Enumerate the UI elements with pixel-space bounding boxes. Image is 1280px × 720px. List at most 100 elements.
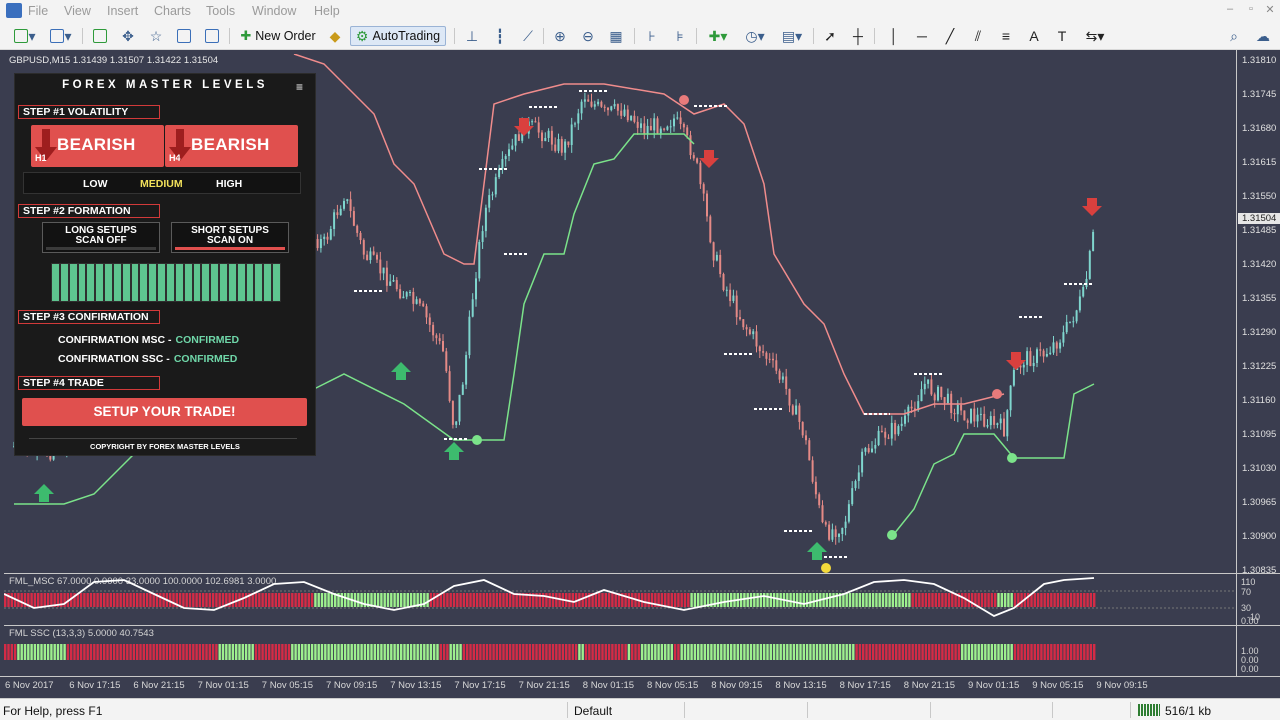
menu-tools[interactable]: Tools xyxy=(206,4,235,18)
candle-body xyxy=(999,418,1002,424)
market-watch-icon[interactable] xyxy=(90,26,110,46)
status-bar: For Help, press F1 Default 516/1 kb xyxy=(0,698,1280,720)
candlestick-icon[interactable]: ┇ xyxy=(490,26,510,46)
horizontal-line-icon[interactable]: ─ xyxy=(912,26,932,46)
menu-help[interactable]: Help xyxy=(314,4,340,18)
ssc-bar xyxy=(7,644,10,660)
ssc-bar xyxy=(291,644,294,660)
ssc-bar xyxy=(499,644,502,660)
formation-bar xyxy=(60,264,68,301)
vertical-line-icon[interactable]: │ xyxy=(884,26,904,46)
chat-icon[interactable]: ☁ xyxy=(1252,26,1274,46)
favorites-icon[interactable]: ☆ xyxy=(146,26,166,46)
msc-bar xyxy=(690,593,693,607)
long-setups-button[interactable]: LONG SETUPS SCAN OFF xyxy=(42,222,160,253)
trendline-icon[interactable]: ╱ xyxy=(940,26,960,46)
crosshair-icon[interactable]: ┼ xyxy=(848,26,868,46)
msc-bar xyxy=(848,593,852,607)
arrows-icon[interactable]: ⇆▾ xyxy=(1080,26,1110,46)
terminal-icon[interactable] xyxy=(174,26,194,46)
ssc-bar xyxy=(1050,644,1053,660)
ssc-bar xyxy=(43,644,46,660)
setup-trade-button[interactable]: SETUP YOUR TRADE! xyxy=(22,398,307,426)
msc-bar xyxy=(188,593,192,607)
profiles-icon[interactable]: ▾ xyxy=(46,26,76,46)
msc-indicator-window[interactable]: FML_MSC 67.0000 0.0000 33.0000 100.0000 … xyxy=(4,573,1236,625)
candle-body xyxy=(445,351,448,372)
formation-bar xyxy=(158,264,165,301)
ssc-bar xyxy=(548,644,551,660)
ssc-bar xyxy=(598,644,601,660)
candle-body xyxy=(927,379,930,384)
ssc-bar xyxy=(264,644,268,660)
menu-file[interactable]: File xyxy=(28,4,48,18)
short-setups-button[interactable]: SHORT SETUPS SCAN ON xyxy=(171,222,289,253)
fibonacci-icon[interactable]: ≡ xyxy=(996,26,1016,46)
candle-body xyxy=(544,137,547,142)
crosshair-move-icon[interactable]: ✥ xyxy=(118,26,138,46)
metaeditor-icon[interactable]: ◆ xyxy=(325,26,345,46)
tester-icon[interactable] xyxy=(202,26,222,46)
msc-bar xyxy=(479,593,482,607)
msc-scale: 110 70 30 -10 0.00 xyxy=(1236,573,1280,626)
ssc-bar xyxy=(225,644,228,660)
zoom-in-icon[interactable]: ⊕ xyxy=(550,26,570,46)
candle-body xyxy=(729,289,732,301)
ssc-bar xyxy=(763,644,766,660)
minimize-icon[interactable]: – xyxy=(1222,3,1238,17)
menu-window[interactable]: Window xyxy=(252,4,296,18)
ssc-bar xyxy=(515,644,518,660)
periods-icon[interactable]: ◷▾ xyxy=(740,26,770,46)
line-chart-icon[interactable]: ⟋ xyxy=(518,26,538,46)
text-icon[interactable]: A xyxy=(1024,26,1044,46)
ssc-bar xyxy=(538,644,541,660)
msc-bar xyxy=(1083,593,1086,607)
auto-scroll-icon[interactable]: ⊦ xyxy=(642,26,662,46)
ssc-bar xyxy=(119,644,122,660)
volatility-low[interactable]: LOW xyxy=(83,178,108,190)
ssc-bar xyxy=(489,644,492,660)
ssc-bar xyxy=(829,644,832,660)
ssc-indicator-window[interactable]: FML SSC (13,3,3) 5.0000 40.7543 xyxy=(4,625,1236,676)
ssc-bar xyxy=(1020,644,1023,660)
candle-body xyxy=(768,358,771,360)
autotrading-button[interactable]: ⚙ AutoTrading xyxy=(350,26,446,46)
msc-bar xyxy=(452,593,456,607)
app-icon xyxy=(6,3,22,18)
channel-icon[interactable]: ⫽ xyxy=(968,26,988,46)
templates-icon[interactable]: ▤▾ xyxy=(777,26,807,46)
volatility-high[interactable]: HIGH xyxy=(216,178,242,190)
ssc-bar xyxy=(30,644,33,660)
cursor-icon[interactable]: ➚ xyxy=(820,26,840,46)
price-tick: 1.31030 xyxy=(1242,463,1277,474)
msc-bar xyxy=(640,593,644,607)
text-label-icon[interactable]: T xyxy=(1052,26,1072,46)
restore-icon[interactable]: ▫ xyxy=(1243,3,1259,17)
menu-charts[interactable]: Charts xyxy=(154,4,191,18)
menu-insert[interactable]: Insert xyxy=(107,4,138,18)
ssc-bar xyxy=(254,644,258,660)
ssc-bar xyxy=(525,644,528,660)
volatility-medium[interactable]: MEDIUM xyxy=(140,178,183,190)
msc-bar xyxy=(1056,593,1060,607)
candle-body xyxy=(940,386,943,398)
bar-chart-icon[interactable]: ⊥ xyxy=(462,26,482,46)
search-icon[interactable]: ⌕ xyxy=(1224,26,1244,46)
msc-bar xyxy=(103,593,106,607)
ssc-bar xyxy=(512,644,515,660)
indicators-icon[interactable]: ✚▾ xyxy=(703,26,733,46)
panel-menu-icon[interactable]: ≡ xyxy=(296,80,303,94)
candle-body xyxy=(359,232,362,241)
tile-windows-icon[interactable]: ▦ xyxy=(606,26,626,46)
ssc-indicator-plot xyxy=(4,644,1096,660)
menu-view[interactable]: View xyxy=(64,4,91,18)
zoom-out-icon[interactable]: ⊖ xyxy=(578,26,598,46)
formation-bar xyxy=(140,264,148,301)
new-chart-icon[interactable]: ▾ xyxy=(10,26,40,46)
ssc-bar xyxy=(162,644,165,660)
chart-shift-icon[interactable]: ⊧ xyxy=(670,26,690,46)
ssc-bar xyxy=(805,644,809,660)
close-icon[interactable]: ✕ xyxy=(1262,3,1278,17)
new-order-button[interactable]: ✚ New Order xyxy=(236,26,320,46)
candle-body xyxy=(593,104,596,107)
